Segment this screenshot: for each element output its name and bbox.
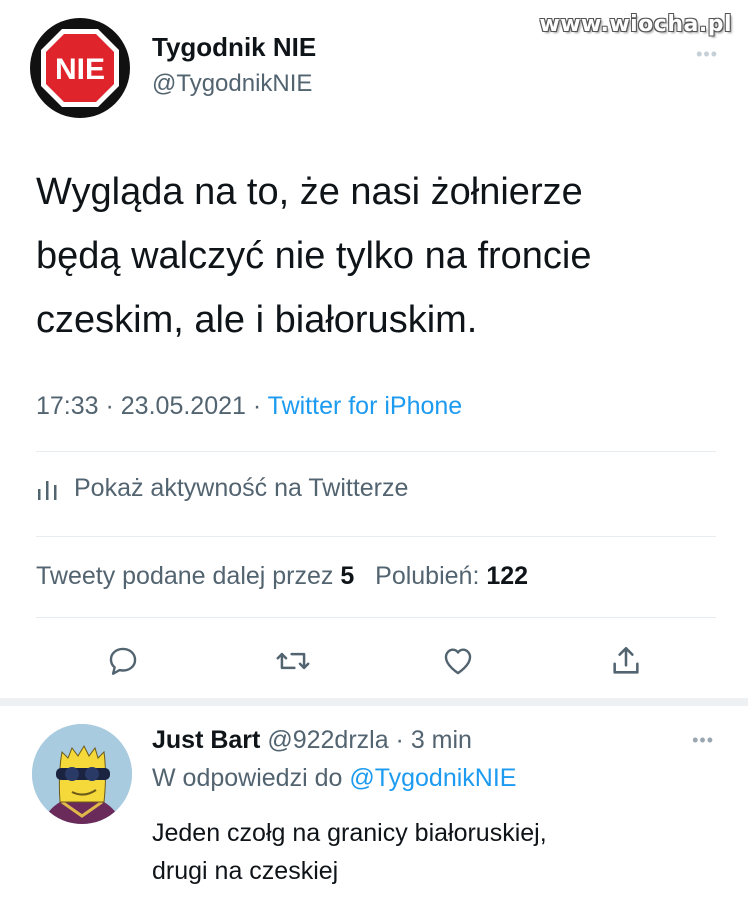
like-icon bbox=[444, 648, 472, 675]
tweet-client-link[interactable]: Twitter for iPhone bbox=[268, 392, 463, 420]
view-activity-label: Pokaż aktywność na Twitterze bbox=[74, 474, 409, 502]
watermark: www.wiocha.pl bbox=[539, 12, 732, 37]
likes-label: Polubień: bbox=[375, 562, 480, 590]
reply-avatar[interactable] bbox=[32, 724, 132, 824]
more-options-icon[interactable]: ••• bbox=[696, 44, 718, 65]
retweets-label: Tweety podane dalej przez bbox=[36, 562, 334, 590]
like-button[interactable] bbox=[433, 636, 483, 686]
share-icon bbox=[613, 646, 639, 674]
tweet-text: Wygląda na to, że nasi żołnierze będą wa… bbox=[36, 160, 726, 352]
avatar[interactable]: NIE bbox=[30, 18, 130, 118]
retweet-icon bbox=[276, 652, 310, 670]
divider bbox=[36, 536, 716, 537]
divider bbox=[36, 617, 716, 618]
reply-text: Jeden czołg na granicy białoruskiej, dru… bbox=[152, 814, 712, 890]
stop-sign-logo-icon: NIE bbox=[41, 29, 119, 107]
reply-time[interactable]: 3 min bbox=[411, 726, 472, 754]
tweet-text-line: będą walczyć nie tylko na froncie bbox=[36, 235, 592, 277]
reply-to-mention[interactable]: @TygodnikNIE bbox=[349, 764, 516, 792]
reply-text-line: drugi na czeskiej bbox=[152, 857, 339, 885]
tweet-stats: Tweety podane dalej przez 5 Polubień: 12… bbox=[36, 562, 528, 591]
author-name[interactable]: Tygodnik NIE bbox=[152, 30, 316, 64]
retweets-count[interactable]: 5 bbox=[340, 562, 354, 590]
reply-to-context: W odpowiedzi do @TygodnikNIE bbox=[152, 764, 516, 793]
tweet-text-line: Wygląda na to, że nasi żołnierze bbox=[36, 171, 583, 213]
tweet-date[interactable]: 23.05.2021 bbox=[121, 392, 246, 420]
bart-avatar-icon bbox=[32, 724, 132, 824]
author-handle[interactable]: @TygodnikNIE bbox=[152, 68, 316, 100]
retweet-button[interactable] bbox=[268, 636, 318, 686]
reply-more-options-icon[interactable]: ••• bbox=[692, 730, 714, 751]
tweet-time[interactable]: 17:33 bbox=[36, 392, 99, 420]
reply-button[interactable] bbox=[98, 636, 148, 686]
reply-header: Just Bart @922drzla · 3 min bbox=[152, 726, 472, 754]
likes-count[interactable]: 122 bbox=[486, 562, 528, 590]
share-button[interactable] bbox=[601, 636, 651, 686]
reply-to-label: W odpowiedzi do bbox=[152, 764, 343, 792]
reply-author-handle[interactable]: @922drzla bbox=[267, 726, 388, 754]
divider bbox=[36, 451, 716, 452]
reply-author-name[interactable]: Just Bart bbox=[152, 726, 260, 754]
avatar-logo-text: NIE bbox=[55, 53, 105, 86]
reply-text-line: Jeden czołg na granicy białoruskiej, bbox=[152, 819, 547, 847]
section-separator bbox=[0, 698, 748, 706]
analytics-icon bbox=[38, 480, 57, 500]
view-activity-link[interactable]: Pokaż aktywność na Twitterze bbox=[36, 474, 408, 503]
tweet-text-line: czeskim, ale i białoruskim. bbox=[36, 299, 478, 341]
tweet-author: NIE Tygodnik NIE @TygodnikNIE bbox=[30, 18, 316, 118]
tweet-actions bbox=[0, 636, 748, 686]
reply-icon bbox=[109, 647, 137, 675]
tweet-meta: 17:33 · 23.05.2021 · Twitter for iPhone bbox=[36, 392, 463, 420]
